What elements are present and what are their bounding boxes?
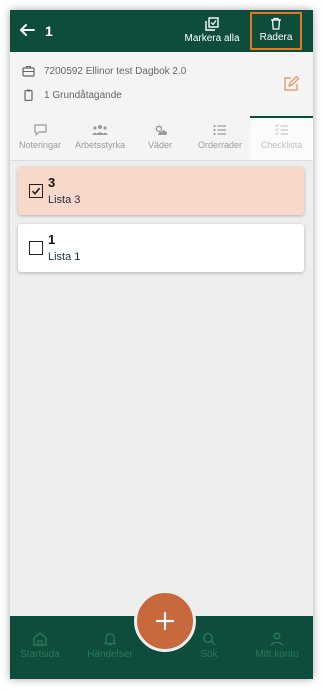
project-info: 7200592 Ellinor test Dagbok 2.0 1 Grundå… [10,52,313,117]
bell-icon [104,633,116,646]
user-icon [270,632,284,646]
select-all-icon [205,17,219,31]
tab-orderrader[interactable]: Orderrader [190,116,250,160]
nav-startsida[interactable]: Startsida [10,632,70,660]
project-row: 7200592 Ellinor test Dagbok 2.0 [22,65,186,77]
task-row: 1 Grundåtagande [22,89,122,101]
clipboard-icon [24,89,33,101]
checklist-label: Lista 1 [48,251,81,263]
tab-bar: Noteringar Arbetsstyrka Väder Orderrader… [10,116,313,161]
nav-label: Startsida [20,649,60,660]
checklist-item[interactable]: 3 Lista 3 [18,167,304,215]
tab-label: Väder [147,140,173,150]
checklist-label: Lista 3 [48,194,81,206]
tab-checklista[interactable]: Checklista [250,116,313,160]
tab-label: Orderrader [197,140,242,150]
tab-label: Arbetsstyrka [74,140,125,150]
checklist-number: 1 [48,232,56,247]
checkmark-icon [31,187,41,195]
nav-mitt-konto[interactable]: Mitt konto [247,632,307,660]
edit-button[interactable] [269,52,313,116]
people-icon [92,125,108,135]
project-name: 7200592 Ellinor test Dagbok 2.0 [44,65,187,77]
nav-label: Mitt konto [255,649,299,660]
tab-noteringar[interactable]: Noteringar [10,116,70,160]
tab-vader[interactable]: Väder [130,116,190,160]
checklist-number: 3 [48,175,56,190]
checkbox-unchecked[interactable] [29,241,43,255]
task-name: 1 Grundåtagande [44,89,122,101]
delete-label: Radera [259,32,293,43]
briefcase-icon [22,65,35,77]
search-icon [202,632,216,646]
delete-button[interactable]: Radera [250,12,302,50]
tab-label: Noteringar [18,140,62,150]
select-all-button[interactable]: Markera alla [182,14,242,44]
nav-label: Händelser [87,649,133,660]
edit-icon [284,75,300,91]
page-title: 1 [45,23,53,39]
comment-icon [33,124,47,136]
top-bar: 1 Markera alla Radera [10,10,313,52]
checklist-icon [274,124,288,136]
trash-icon [271,17,281,30]
checkbox-checked[interactable] [29,184,43,198]
checklist-item[interactable]: 1 Lista 1 [18,224,304,272]
select-all-label: Markera alla [184,33,240,44]
nav-label: Sök [200,649,218,660]
back-arrow-icon[interactable] [18,21,36,39]
list-icon [213,124,226,136]
home-icon [33,632,47,646]
plus-icon [155,611,175,631]
tab-arbetsstyrka[interactable]: Arbetsstyrka [70,116,130,160]
app-screen: 1 Markera alla Radera 7200592 Ellinor te… [10,10,313,679]
tab-label: Checklista [260,140,303,150]
add-button[interactable] [134,590,196,652]
nav-handelser[interactable]: Händelser [80,632,140,660]
weather-icon [154,124,167,135]
